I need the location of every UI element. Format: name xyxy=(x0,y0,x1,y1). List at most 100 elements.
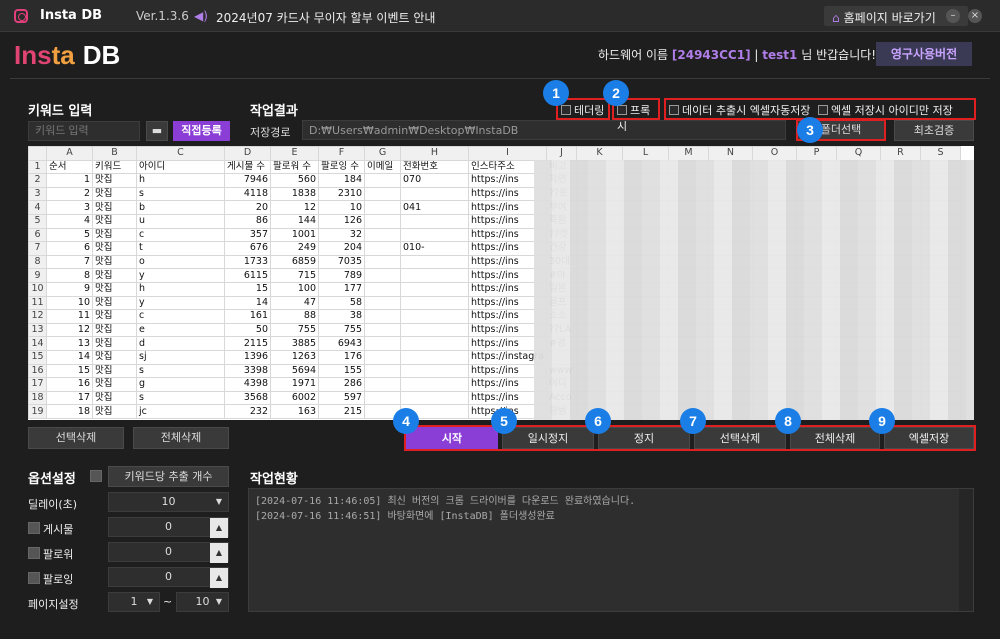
grid-cell[interactable]: 15 xyxy=(46,363,93,379)
grid-cell[interactable]: 맛집 xyxy=(92,241,137,256)
grid-cell[interactable]: 맛집 xyxy=(92,295,137,311)
column-letter[interactable]: F xyxy=(318,146,365,161)
row-number[interactable]: 5 xyxy=(28,213,47,229)
grid-cell[interactable]: 14 xyxy=(224,295,271,311)
idonly-checkbox[interactable]: 엑셀 저장시 아이디만 저장 xyxy=(817,104,953,117)
column-letter[interactable]: E xyxy=(270,146,319,161)
grid-cell[interactable] xyxy=(364,336,401,351)
stop-button[interactable]: 정지 xyxy=(598,427,690,449)
column-letter[interactable] xyxy=(28,146,47,161)
grid-cell[interactable]: 560 xyxy=(270,173,319,188)
grid-cell[interactable]: 6002 xyxy=(270,390,319,406)
pause-button[interactable]: 일시정지 xyxy=(502,427,594,449)
delete-selected-button[interactable]: 선택삭제 xyxy=(694,427,786,449)
grid-cell[interactable]: 6115 xyxy=(224,268,271,283)
posts-option[interactable]: 게시물 xyxy=(28,521,73,537)
grid-cell[interactable]: 1838 xyxy=(270,186,319,202)
grid-cell[interactable]: 18 xyxy=(46,404,93,419)
grid-cell[interactable]: 070 xyxy=(400,173,469,188)
grid-cell[interactable]: 597 xyxy=(318,390,365,406)
grid-cell[interactable]: 15 xyxy=(224,281,271,297)
grid-cell[interactable]: e xyxy=(136,322,225,338)
grid-cell[interactable]: 755 xyxy=(318,322,365,338)
grid-cell[interactable] xyxy=(400,268,469,283)
grid-cell[interactable]: 게시물 수 xyxy=(224,159,271,175)
grid-cell[interactable]: 32 xyxy=(318,227,365,243)
grid-cell[interactable]: 맛집 xyxy=(92,309,137,324)
grid-cell[interactable] xyxy=(364,254,401,270)
following-option[interactable]: 팔로잉 xyxy=(28,571,73,587)
row-number[interactable]: 2 xyxy=(28,173,47,188)
column-letter[interactable]: B xyxy=(92,146,137,161)
grid-cell[interactable]: 155 xyxy=(318,363,365,379)
grid-cell[interactable] xyxy=(364,390,401,406)
grid-cell[interactable]: sj xyxy=(136,349,225,365)
log-scrollbar[interactable] xyxy=(959,489,973,611)
row-number[interactable]: 16 xyxy=(28,363,47,379)
grid-cell[interactable] xyxy=(400,390,469,406)
grid-cell[interactable]: 6859 xyxy=(270,254,319,270)
grid-cell[interactable]: y xyxy=(136,295,225,311)
grid-cell[interactable]: 2310 xyxy=(318,186,365,202)
grid-cell[interactable]: s xyxy=(136,363,225,379)
grid-cell[interactable] xyxy=(400,227,469,243)
column-letter[interactable]: R xyxy=(879,146,921,161)
grid-cell[interactable]: 144 xyxy=(270,213,319,229)
grid-cell[interactable] xyxy=(400,254,469,270)
grid-cell[interactable] xyxy=(400,377,469,392)
grid-cell[interactable]: o xyxy=(136,254,225,270)
grid-cell[interactable]: 177 xyxy=(318,281,365,297)
row-number[interactable]: 12 xyxy=(28,309,47,324)
row-number[interactable]: 19 xyxy=(28,404,47,419)
grid-cell[interactable]: 58 xyxy=(318,295,365,311)
grid-cell[interactable] xyxy=(364,268,401,283)
column-letter[interactable]: I xyxy=(468,146,547,161)
grid-cell[interactable]: 204 xyxy=(318,241,365,256)
grid-cell[interactable]: 9 xyxy=(46,281,93,297)
extract-count-checkbox[interactable] xyxy=(90,470,105,484)
grid-cell[interactable]: 232 xyxy=(224,404,271,419)
status-log[interactable]: [2024-07-16 11:46:05] 최신 버전의 크롬 드라이버를 다운… xyxy=(248,488,974,612)
folder-open-icon[interactable]: ▬ xyxy=(146,121,168,141)
grid-cell[interactable]: 팔로워 수 xyxy=(270,159,319,175)
row-number[interactable]: 17 xyxy=(28,377,47,392)
grid-cell[interactable]: 715 xyxy=(270,268,319,283)
grid-cell[interactable]: 맛집 xyxy=(92,363,137,379)
grid-cell[interactable]: 126 xyxy=(318,213,365,229)
grid-cell[interactable]: 010- xyxy=(400,241,469,256)
autosave-checkbox[interactable]: 데이터 추출시 엑셀자동저장 xyxy=(669,104,810,117)
grid-cell[interactable]: 맛집 xyxy=(92,173,137,188)
grid-cell[interactable]: 전화번호 xyxy=(400,159,469,175)
grid-cell[interactable] xyxy=(400,281,469,297)
row-number[interactable]: 6 xyxy=(28,227,47,243)
row-number[interactable]: 8 xyxy=(28,254,47,270)
column-letter[interactable]: C xyxy=(136,146,225,161)
grid-cell[interactable]: 3398 xyxy=(224,363,271,379)
column-letter[interactable]: D xyxy=(224,146,271,161)
grid-cell[interactable]: 5 xyxy=(46,227,93,243)
grid-cell[interactable] xyxy=(400,295,469,311)
grid-cell[interactable]: 4 xyxy=(46,213,93,229)
grid-cell[interactable]: u xyxy=(136,213,225,229)
row-number[interactable]: 10 xyxy=(28,281,47,297)
grid-cell[interactable]: 86 xyxy=(224,213,271,229)
row-number[interactable]: 18 xyxy=(28,390,47,406)
grid-cell[interactable]: 7 xyxy=(46,254,93,270)
grid-cell[interactable]: 38 xyxy=(318,309,365,324)
page-from-select[interactable]: 1 ▼ xyxy=(108,592,160,612)
grid-cell[interactable]: 1263 xyxy=(270,349,319,365)
grid-cell[interactable]: 11 xyxy=(46,309,93,324)
grid-cell[interactable] xyxy=(364,363,401,379)
delete-all-button[interactable]: 전체삭제 xyxy=(790,427,880,449)
grid-cell[interactable]: 맛집 xyxy=(92,349,137,365)
grid-cell[interactable]: 맛집 xyxy=(92,322,137,338)
grid-cell[interactable]: 100 xyxy=(270,281,319,297)
grid-cell[interactable]: 맛집 xyxy=(92,281,137,297)
excel-save-button[interactable]: 엑셀저장 xyxy=(884,427,974,449)
column-letter[interactable]: S xyxy=(919,146,961,161)
grid-cell[interactable]: 2 xyxy=(46,186,93,202)
grid-cell[interactable]: s xyxy=(136,390,225,406)
grid-cell[interactable] xyxy=(364,309,401,324)
grid-cell[interactable]: 12 xyxy=(46,322,93,338)
grid-cell[interactable]: s xyxy=(136,186,225,202)
